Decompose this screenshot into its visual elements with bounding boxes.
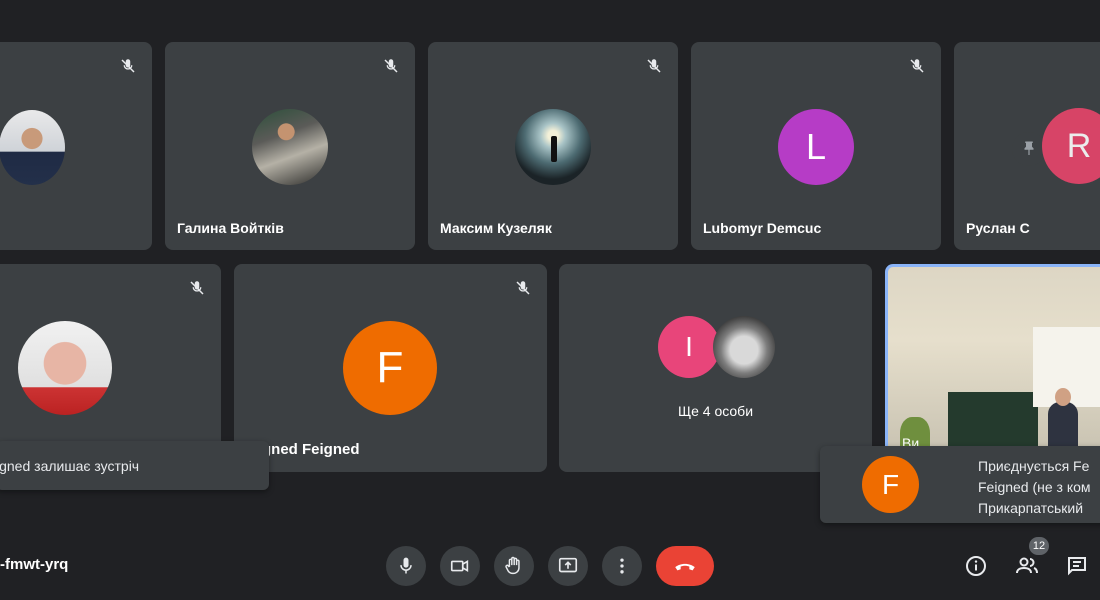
join-line: Прикарпатський bbox=[978, 500, 1084, 516]
mic-off-icon bbox=[379, 54, 403, 78]
end-call-icon bbox=[675, 563, 695, 571]
participant-tile[interactable]: Максим Кузеляк bbox=[428, 42, 678, 250]
mic-icon bbox=[400, 557, 412, 574]
join-line: Feigned (не з ком bbox=[978, 479, 1091, 495]
leave-notification: igned залишає зустріч bbox=[0, 441, 269, 490]
more-participants-label: Ще 4 особи bbox=[677, 403, 754, 419]
mic-off-icon bbox=[185, 276, 209, 300]
avatar: I bbox=[658, 316, 720, 378]
chat-icon bbox=[1068, 557, 1086, 576]
more-options-button[interactable] bbox=[602, 546, 642, 586]
video-board bbox=[948, 392, 1038, 447]
avatar-letter: I bbox=[685, 331, 693, 362]
join-line: Приєднується Fe bbox=[978, 458, 1090, 474]
participant-name: Руслан С bbox=[966, 220, 1030, 236]
participant-tile[interactable] bbox=[0, 42, 152, 250]
avatar: L bbox=[778, 109, 854, 185]
camera-button[interactable] bbox=[440, 546, 480, 586]
participant-group-tile[interactable]: I Ще 4 особи bbox=[559, 264, 872, 472]
participant-count-badge: 12 bbox=[1029, 537, 1049, 555]
mic-off-icon bbox=[642, 54, 666, 78]
raise-hand-button[interactable] bbox=[494, 546, 534, 586]
participant-tile[interactable]: Галина Войтків bbox=[165, 42, 415, 250]
avatar: F bbox=[343, 321, 437, 415]
mic-off-icon bbox=[116, 54, 140, 78]
participant-name: gned Feigned bbox=[262, 441, 360, 458]
chat-button[interactable] bbox=[1062, 551, 1092, 581]
pin-icon[interactable] bbox=[1012, 132, 1046, 166]
participant-name: Lubomyr Demcuc bbox=[703, 220, 822, 236]
avatar-letter: F bbox=[376, 343, 404, 392]
hand-icon bbox=[505, 556, 520, 575]
present-button[interactable] bbox=[548, 546, 588, 586]
participant-name: Галина Войтків bbox=[177, 220, 284, 236]
avatar bbox=[252, 109, 328, 185]
present-icon bbox=[558, 557, 578, 573]
participant-tile[interactable]: L Lubomyr Demcuc bbox=[691, 42, 941, 250]
end-call-button[interactable] bbox=[656, 546, 714, 586]
avatar: R bbox=[1042, 108, 1100, 184]
join-notification-text: Приєднується Fe Feigned (не з ком Прикар… bbox=[978, 456, 1091, 519]
avatar bbox=[713, 316, 775, 378]
people-icon bbox=[1016, 557, 1038, 574]
mic-button[interactable] bbox=[386, 546, 426, 586]
avatar bbox=[18, 321, 112, 415]
avatar-letter: F bbox=[881, 468, 900, 500]
avatar-letter: R bbox=[1066, 126, 1092, 165]
join-notification: F Приєднується Fe Feigned (не з ком Прик… bbox=[820, 446, 1100, 523]
participant-tile[interactable]: R Руслан С bbox=[954, 42, 1100, 250]
people-button[interactable] bbox=[1012, 551, 1042, 581]
mic-off-icon bbox=[511, 276, 535, 300]
avatar: F bbox=[862, 456, 919, 513]
leave-notification-text: igned залишає зустріч bbox=[0, 458, 140, 474]
participant-tile[interactable]: F gned Feigned bbox=[234, 264, 547, 472]
avatar bbox=[0, 110, 65, 185]
mic-off-icon bbox=[905, 54, 929, 78]
participant-name: Максим Кузеляк bbox=[440, 220, 552, 236]
avatar-letter: L bbox=[805, 126, 827, 167]
info-button[interactable] bbox=[961, 551, 991, 581]
self-video-tile[interactable]: Ви bbox=[885, 264, 1100, 454]
avatar bbox=[515, 109, 591, 185]
meeting-code: -fmwt-yrq bbox=[0, 556, 69, 573]
info-icon bbox=[966, 556, 986, 576]
camera-icon bbox=[450, 559, 469, 573]
more-icon bbox=[620, 558, 624, 574]
